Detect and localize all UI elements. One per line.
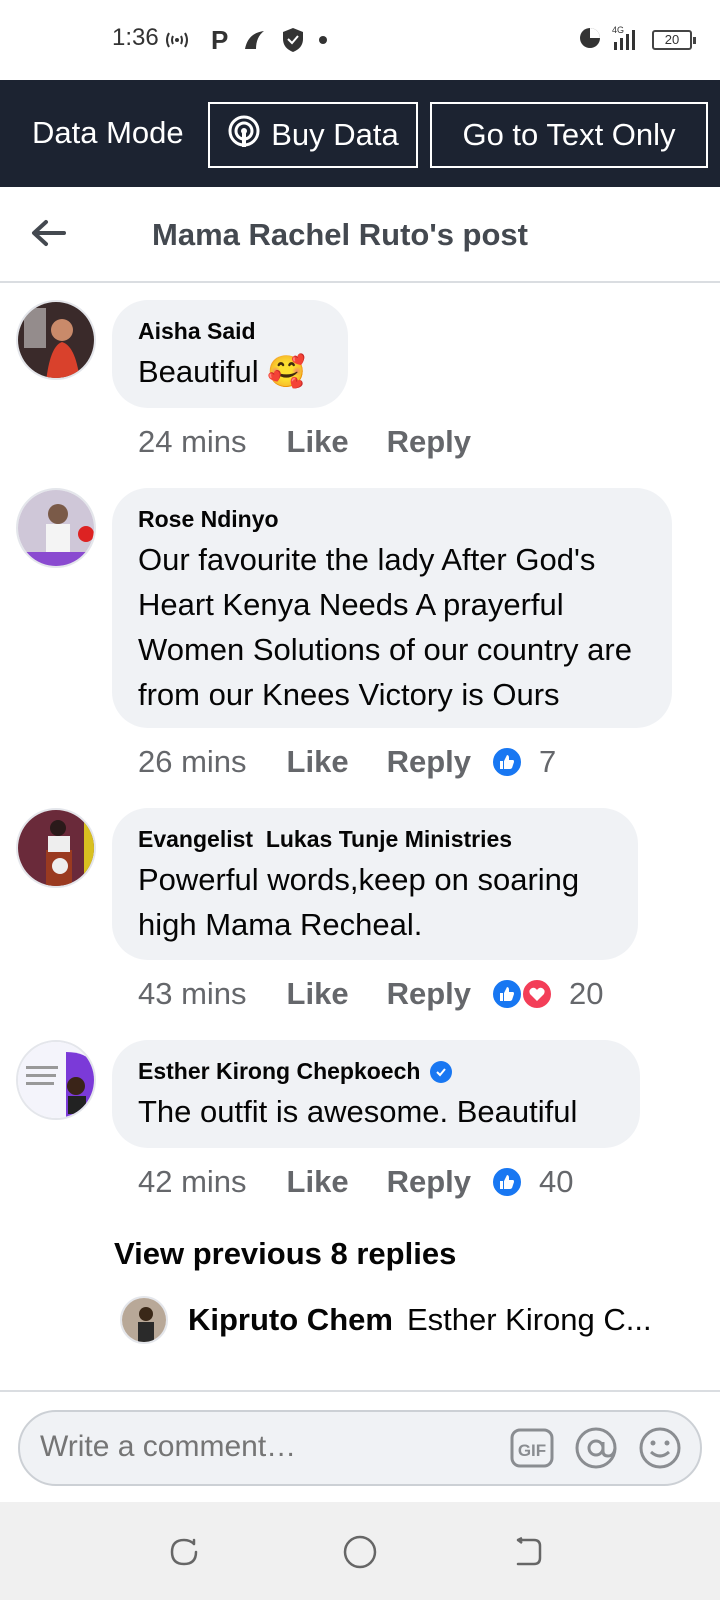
reply-button[interactable]: Reply (387, 744, 471, 780)
avatar[interactable] (16, 300, 96, 380)
data-mode-bar: Data Mode Buy Data Go to Text Only (0, 80, 720, 187)
reply-button[interactable]: Reply (387, 1164, 471, 1200)
comment-input[interactable] (40, 1430, 480, 1464)
reaction-summary[interactable]: 40 (491, 1164, 573, 1200)
comment-text: Beautiful 🥰 (138, 354, 306, 389)
comment-text: Our favourite the lady After God's Heart… (138, 542, 632, 712)
gif-icon[interactable]: GIF (510, 1426, 554, 1470)
like-reaction-icon (491, 978, 523, 1010)
comment-author[interactable]: Rose Ndinyo (138, 506, 646, 533)
home-icon[interactable] (340, 1532, 380, 1572)
comment-composer-bar: GIF (0, 1390, 720, 1502)
love-reaction-icon (521, 978, 553, 1010)
verified-icon (430, 1060, 453, 1083)
dot-icon (318, 35, 328, 45)
reaction-summary[interactable]: 7 (491, 744, 556, 780)
view-previous-replies-link[interactable]: View previous 8 replies (114, 1236, 456, 1272)
back-arrow-icon[interactable] (28, 213, 68, 253)
reply-author[interactable]: Kipruto Chem (188, 1302, 393, 1338)
battery-icon: 20 (652, 30, 696, 50)
status-time: 1:36 (112, 24, 159, 51)
comment-composer[interactable]: GIF (18, 1410, 702, 1486)
shark-icon (242, 27, 268, 53)
reaction-summary[interactable]: 20 (491, 976, 603, 1012)
svg-text:4G: 4G (612, 25, 624, 35)
comment-author[interactable]: Aisha Said (138, 318, 322, 345)
emoji-icon[interactable] (638, 1426, 682, 1470)
like-button[interactable]: Like (287, 976, 349, 1012)
data-saver-icon (578, 26, 602, 55)
reaction-count: 40 (539, 1164, 574, 1199)
comment-bubble[interactable]: Rose Ndinyo Our favourite the lady After… (112, 488, 672, 728)
comment-bubble[interactable]: Aisha Said Beautiful 🥰 (112, 300, 348, 408)
comment-time: 43 mins (138, 976, 247, 1011)
avatar[interactable] (16, 1040, 96, 1120)
buy-data-label: Buy Data (271, 117, 399, 152)
svg-text:GIF: GIF (518, 1441, 546, 1460)
reply-button[interactable]: Reply (387, 976, 471, 1012)
like-button[interactable]: Like (287, 1164, 349, 1200)
post-header: Mama Rachel Ruto's post (0, 187, 720, 283)
reaction-count: 7 (539, 744, 557, 779)
reply-button[interactable]: Reply (387, 424, 471, 460)
comment-author[interactable]: Esther Kirong Chepkoech (138, 1058, 420, 1085)
mention-icon[interactable] (574, 1426, 618, 1470)
avatar[interactable] (16, 808, 96, 888)
signal-icon: 4G (612, 24, 642, 57)
like-reaction-icon (491, 746, 523, 778)
like-button[interactable]: Like (287, 744, 349, 780)
system-nav-bar (0, 1502, 720, 1600)
comment-author-row: Esther Kirong Chepkoech (138, 1058, 614, 1085)
avatar[interactable] (16, 488, 96, 568)
comment-author[interactable]: Evangelist Lukas Tunje Ministries (138, 826, 612, 853)
like-button[interactable]: Like (287, 424, 349, 460)
shield-icon (282, 27, 304, 53)
comment-time: 42 mins (138, 1164, 247, 1199)
reply-preview[interactable]: Kipruto Chem Esther Kirong C... (120, 1296, 652, 1344)
recent-apps-icon[interactable] (164, 1532, 204, 1572)
comment-time: 26 mins (138, 744, 247, 779)
comment-text: The outfit is awesome. Beautiful (138, 1094, 578, 1129)
data-mode-label: Data Mode (32, 115, 184, 150)
parking-icon: P (211, 24, 229, 55)
hotspot-icon (165, 30, 189, 50)
comment-bubble[interactable]: Esther Kirong Chepkoech The outfit is aw… (112, 1040, 640, 1148)
like-reaction-icon (491, 1166, 523, 1198)
page-title: Mama Rachel Ruto's post (152, 217, 528, 252)
avatar[interactable] (120, 1296, 168, 1344)
broadcast-icon (227, 114, 261, 156)
text-only-button[interactable]: Go to Text Only (430, 102, 708, 168)
reply-snippet: Esther Kirong C... (406, 1302, 652, 1337)
buy-data-button[interactable]: Buy Data (208, 102, 418, 168)
back-icon[interactable] (508, 1532, 548, 1572)
status-bar: 1:36 P 4G 20 (0, 0, 720, 80)
comment-text: Powerful words,keep on soaring high Mama… (138, 862, 580, 942)
comment-bubble[interactable]: Evangelist Lukas Tunje Ministries Powerf… (112, 808, 638, 960)
comment-time: 24 mins (138, 424, 247, 459)
reaction-count: 20 (569, 976, 604, 1011)
